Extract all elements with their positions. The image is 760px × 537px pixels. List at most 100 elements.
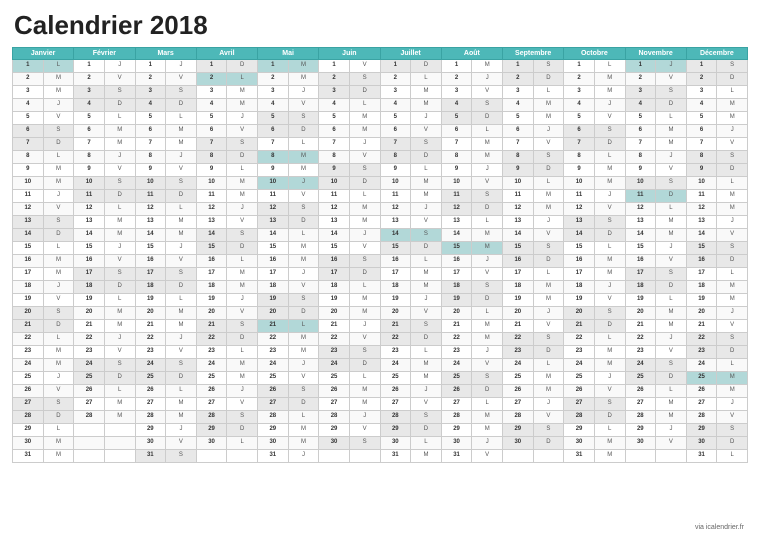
table-row: 1 [380, 60, 411, 73]
table-row: 20 [258, 307, 289, 320]
table-row: L [288, 320, 319, 333]
table-row: 30 [686, 437, 717, 450]
table-row: 1 [135, 60, 166, 73]
table-row: L [288, 411, 319, 424]
table-row: 22 [441, 333, 472, 346]
table-row: 3 [441, 86, 472, 99]
table-row: S [656, 359, 687, 372]
table-row: J [288, 359, 319, 372]
table-row: 17 [196, 268, 227, 281]
table-row: 15 [135, 242, 166, 255]
table-row: L [411, 346, 442, 359]
table-row: M [717, 112, 748, 125]
table-row: M [288, 242, 319, 255]
table-row: 8 [441, 151, 472, 164]
table-row: D [656, 190, 687, 203]
month-header-oct: Octobre [564, 48, 625, 60]
table-row: 7 [503, 138, 534, 151]
table-row: 29 [196, 424, 227, 437]
table-row: 24 [13, 359, 44, 372]
page: Calendrier 2018 Janvier Février Mars Avr… [0, 0, 760, 537]
table-row: 10 [441, 177, 472, 190]
table-row: D [533, 255, 564, 268]
table-row: 26 [196, 385, 227, 398]
table-row: 13 [74, 216, 105, 229]
table-row: M [43, 359, 74, 372]
table-row: 28 [135, 411, 166, 424]
table-row: J [288, 450, 319, 463]
table-row: M [533, 385, 564, 398]
table-row: M [227, 372, 258, 385]
table-row: 3 [196, 86, 227, 99]
table-row: M [349, 385, 380, 398]
month-header-mar: Mars [135, 48, 196, 60]
table-row: 27 [258, 398, 289, 411]
table-row: D [411, 60, 442, 73]
table-row: V [594, 112, 625, 125]
table-row: 15 [686, 242, 717, 255]
table-row: 21 [441, 320, 472, 333]
table-row: 1 [441, 60, 472, 73]
table-row: D [533, 73, 564, 86]
table-row: M [166, 411, 197, 424]
table-row: D [227, 242, 258, 255]
table-row: 19 [503, 294, 534, 307]
table-row: M [411, 359, 442, 372]
table-row: 20 [686, 307, 717, 320]
table-row: L [533, 268, 564, 281]
table-row: J [656, 242, 687, 255]
table-row: 21 [13, 320, 44, 333]
table-row: 4 [13, 99, 44, 112]
table-row: S [717, 60, 748, 73]
table-row: M [472, 229, 503, 242]
table-row: V [411, 216, 442, 229]
table-row: M [411, 99, 442, 112]
table-row: M [104, 320, 135, 333]
table-row: 19 [319, 294, 350, 307]
table-row: 30 [196, 437, 227, 450]
table-row: V [349, 424, 380, 437]
table-row: V [656, 164, 687, 177]
table-row: V [594, 385, 625, 398]
table-row: M [349, 398, 380, 411]
table-row: 22 [258, 333, 289, 346]
table-row: 1 [319, 60, 350, 73]
table-row: 19 [686, 294, 717, 307]
table-row: S [104, 177, 135, 190]
table-row: 27 [686, 398, 717, 411]
table-row: 31 [13, 450, 44, 463]
table-row: 5 [380, 112, 411, 125]
table-row: 30 [564, 437, 595, 450]
table-row: 25 [564, 372, 595, 385]
table-row: 29 [503, 424, 534, 437]
table-row: 2 [380, 73, 411, 86]
table-row: 31 [441, 450, 472, 463]
table-row: M [594, 164, 625, 177]
table-row: V [166, 437, 197, 450]
table-row: 26 [135, 385, 166, 398]
table-row: V [349, 333, 380, 346]
table-row: 27 [503, 398, 534, 411]
table-row: L [288, 138, 319, 151]
table-row: M [411, 450, 442, 463]
table-row: J [656, 333, 687, 346]
table-row: 14 [74, 229, 105, 242]
table-row: 3 [135, 86, 166, 99]
table-row: 7 [196, 138, 227, 151]
table-row: 18 [625, 281, 656, 294]
table-row: J [227, 203, 258, 216]
table-row: 20 [503, 307, 534, 320]
table-row: 8 [74, 151, 105, 164]
table-row: V [656, 255, 687, 268]
table-row: 9 [564, 164, 595, 177]
table-row: 15 [380, 242, 411, 255]
table-row: M [166, 398, 197, 411]
table-row: 16 [13, 255, 44, 268]
table-row: J [288, 268, 319, 281]
table-row: M [288, 424, 319, 437]
table-row: 21 [319, 320, 350, 333]
table-row: 14 [503, 229, 534, 242]
table-row: J [43, 372, 74, 385]
table-row: D [594, 138, 625, 151]
table-row: L [166, 294, 197, 307]
